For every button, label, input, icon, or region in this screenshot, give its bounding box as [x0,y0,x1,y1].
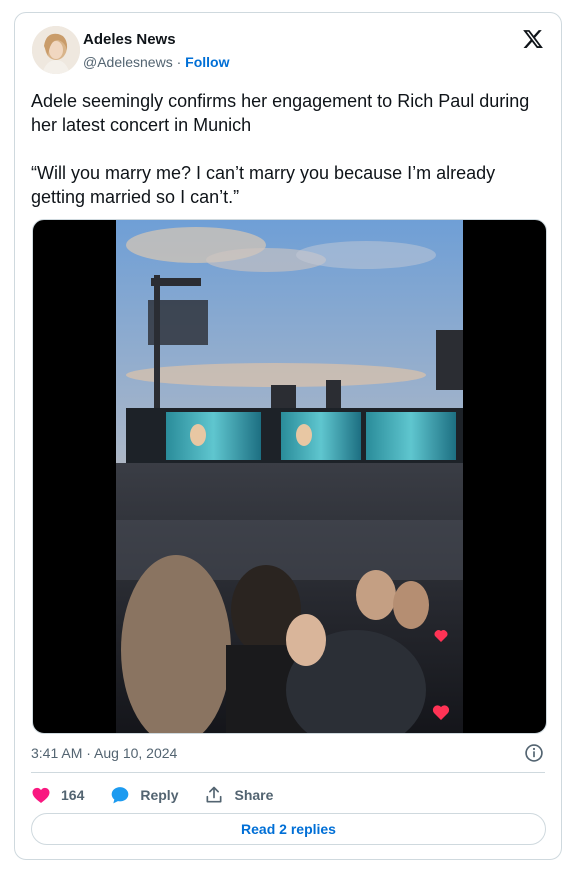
avatar[interactable] [32,26,80,74]
share-label: Share [234,787,274,803]
author-handle-row: @Adelesnews · Follow [83,54,229,70]
video-frame[interactable] [116,220,463,733]
follow-button[interactable]: Follow [185,54,229,70]
reply-label: Reply [140,787,179,803]
reply-button[interactable]: Reply [110,785,178,805]
info-icon[interactable] [524,743,544,763]
media-video[interactable] [32,219,547,734]
author-handle[interactable]: @Adelesnews [83,54,173,70]
reply-bubble-icon [112,787,129,804]
tweet-card: Adeles News @Adelesnews · Follow Adele s… [14,12,562,860]
concert-video-thumbnail [116,220,463,733]
read-replies-button[interactable]: Read 2 replies [31,813,546,845]
share-icon [206,786,222,803]
like-button[interactable]: 164 [31,785,84,805]
tweet-text: Adele seemingly confirms her engagement … [31,91,530,207]
x-logo-icon[interactable] [522,28,544,50]
share-button[interactable]: Share [204,785,273,805]
action-bar: 164 Reply Share [31,785,299,805]
separator-dot: · [176,54,182,70]
avatar-image [32,26,80,74]
author-name[interactable]: Adeles News [83,31,176,48]
divider [31,772,545,773]
like-count: 164 [61,787,85,803]
heart-icon [32,787,50,803]
tweet-timestamp[interactable]: 3:41 AM · Aug 10, 2024 [31,745,177,761]
